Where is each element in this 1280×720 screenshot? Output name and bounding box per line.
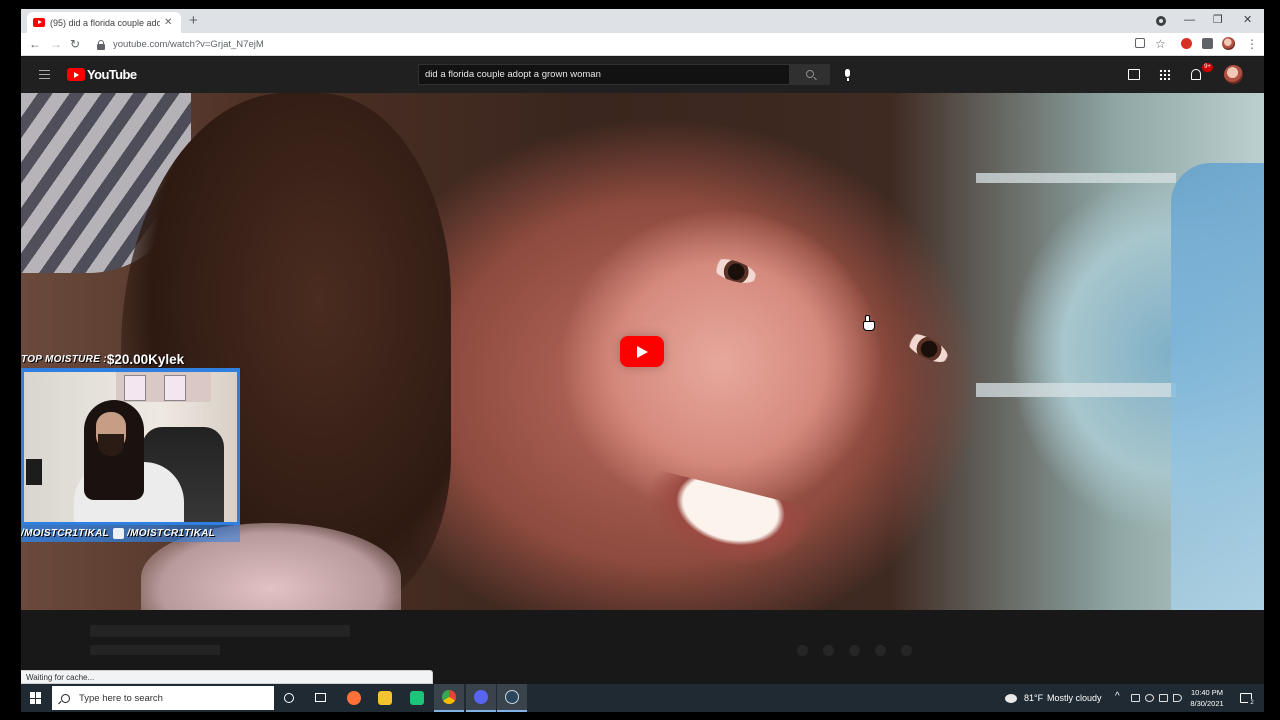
video-frame-eye bbox=[709, 254, 759, 288]
streamer-webcam-overlay: TOP MOISTURE : $20.00Kylek /MOISTCR1TIKA… bbox=[21, 351, 240, 542]
clock-time: 10:40 PM bbox=[1190, 688, 1224, 697]
webcam-speaker bbox=[26, 459, 42, 485]
browser-tab-strip: (95) did a florida couple adopt a ✕ + — … bbox=[21, 9, 1264, 33]
extension-red-icon[interactable] bbox=[1181, 38, 1192, 49]
weather-cloud-icon[interactable] bbox=[1005, 694, 1017, 703]
minimize-button[interactable]: — bbox=[1184, 12, 1195, 28]
title-skeleton bbox=[90, 625, 350, 637]
action-skeleton-dot bbox=[797, 645, 808, 656]
social-handle-twitter: /MOISTCR1TIKAL bbox=[21, 528, 110, 539]
browser-menu-icon[interactable]: ⋮ bbox=[1246, 35, 1258, 53]
taskbar-search-icon bbox=[61, 693, 70, 703]
taskbar-clock[interactable]: 10:40 PM 8/30/2021 bbox=[1187, 687, 1227, 709]
extensions-puzzle-icon[interactable] bbox=[1202, 38, 1213, 49]
green-app-icon[interactable] bbox=[407, 688, 427, 708]
create-video-icon[interactable] bbox=[1128, 69, 1140, 80]
bookmark-star-icon[interactable]: ☆ bbox=[1155, 35, 1166, 53]
video-frame-smile bbox=[634, 468, 818, 583]
browser-tab-youtube[interactable]: (95) did a florida couple adopt a ✕ bbox=[27, 12, 181, 33]
youtube-logo-text: YouTube bbox=[87, 67, 137, 82]
discord-icon[interactable] bbox=[466, 684, 496, 712]
donation-label: TOP MOISTURE : bbox=[21, 354, 107, 365]
youtube-play-logo-icon bbox=[67, 68, 85, 81]
action-skeleton-dot bbox=[823, 645, 834, 656]
weather-description[interactable]: Mostly cloudy bbox=[1047, 693, 1102, 703]
chrome-icon[interactable] bbox=[434, 684, 464, 712]
video-frame-rail bbox=[976, 173, 1176, 183]
tray-overflow-chevron-icon[interactable]: ^ bbox=[1115, 691, 1120, 702]
donation-amount: $20.00Kylek bbox=[106, 352, 185, 367]
profile-avatar-icon[interactable] bbox=[1222, 37, 1235, 50]
mouse-cursor-hand-icon bbox=[863, 315, 875, 331]
youtube-search-input[interactable]: did a florida couple adopt a grown woman bbox=[418, 64, 790, 85]
taskbar-search-box[interactable]: Type here to search bbox=[52, 686, 274, 710]
notifications-bell-icon[interactable] bbox=[1191, 69, 1201, 80]
social-handles-bar: /MOISTCR1TIKAL /MOISTCR1TIKAL bbox=[21, 525, 240, 542]
tab-close-icon[interactable]: ✕ bbox=[164, 17, 172, 28]
social-handle-twitch: /MOISTCR1TIKAL bbox=[127, 528, 216, 539]
youtube-masthead: YouTube did a florida couple adopt a gro… bbox=[21, 57, 1264, 93]
webcam-person-beard bbox=[98, 434, 124, 456]
notification-badge: 9+ bbox=[1202, 63, 1213, 72]
forward-button[interactable]: → bbox=[50, 35, 62, 53]
twitch-icon bbox=[113, 528, 125, 539]
recording-indicator-icon[interactable] bbox=[1156, 16, 1166, 26]
windows-start-icon[interactable] bbox=[30, 692, 42, 704]
video-player[interactable]: TOP MOISTURE : $20.00Kylek /MOISTCR1TIKA… bbox=[21, 93, 1264, 610]
action-center-count: 2 bbox=[1248, 699, 1256, 707]
video-frame-rail bbox=[976, 383, 1176, 397]
video-frame-eye bbox=[901, 328, 953, 368]
task-view-icon[interactable] bbox=[315, 693, 326, 702]
search-query-text[interactable]: did a florida couple adopt a grown woman bbox=[425, 69, 601, 80]
youtube-account-avatar[interactable] bbox=[1224, 65, 1243, 84]
action-skeleton-dot bbox=[901, 645, 912, 656]
tray-app-icon[interactable] bbox=[1145, 694, 1154, 702]
play-button[interactable] bbox=[620, 336, 664, 367]
webcam-poster bbox=[164, 375, 186, 401]
search-icon bbox=[806, 70, 814, 78]
windows-taskbar: Type here to search 81°F Mostly cloudy ^… bbox=[21, 684, 1264, 712]
video-frame-blue-object bbox=[1171, 163, 1264, 610]
webcam-poster bbox=[124, 375, 146, 401]
address-bar[interactable]: youtube.com/watch?v=Grjat_N7ejM bbox=[91, 35, 1131, 54]
youtube-search-button[interactable] bbox=[790, 64, 830, 85]
screen: (95) did a florida couple adopt a ✕ + — … bbox=[0, 0, 1280, 720]
clock-date: 8/30/2021 bbox=[1190, 699, 1224, 708]
taskbar-search-placeholder[interactable]: Type here to search bbox=[79, 693, 163, 704]
volume-icon[interactable] bbox=[1173, 694, 1182, 702]
reload-button[interactable]: ↻ bbox=[70, 35, 80, 53]
browser-toolbar: ← → ↻ youtube.com/watch?v=Grjat_N7ejM ☆ … bbox=[21, 33, 1264, 56]
youtube-favicon-icon bbox=[33, 18, 45, 27]
lock-icon[interactable] bbox=[97, 39, 105, 50]
webcam-feed bbox=[21, 368, 240, 525]
youtube-apps-grid-icon[interactable] bbox=[1159, 69, 1171, 80]
tray-app-icon[interactable] bbox=[1131, 694, 1140, 702]
close-window-button[interactable]: ✕ bbox=[1243, 12, 1252, 28]
browser-status-bubble: Waiting for cache... bbox=[21, 670, 433, 684]
youtube-logo[interactable]: YouTube bbox=[67, 67, 137, 82]
hamburger-menu-icon[interactable] bbox=[39, 70, 50, 79]
desktop: (95) did a florida couple adopt a ✕ + — … bbox=[21, 9, 1264, 712]
cortana-icon[interactable] bbox=[284, 693, 294, 703]
weather-temperature[interactable]: 81°F bbox=[1024, 693, 1043, 703]
meta-skeleton bbox=[90, 645, 220, 655]
maximize-button[interactable]: ❐ bbox=[1213, 12, 1223, 28]
action-skeleton-dot bbox=[875, 645, 886, 656]
video-info-placeholder bbox=[21, 610, 1264, 670]
url-text[interactable]: youtube.com/watch?v=Grjat_N7ejM bbox=[113, 39, 264, 50]
install-app-icon[interactable] bbox=[1135, 38, 1145, 48]
back-button[interactable]: ← bbox=[29, 35, 41, 53]
file-explorer-icon[interactable] bbox=[375, 688, 395, 708]
network-icon[interactable] bbox=[1159, 694, 1168, 702]
tab-title: (95) did a florida couple adopt a bbox=[50, 17, 160, 28]
voice-search-mic-icon[interactable] bbox=[845, 69, 850, 81]
steam-icon[interactable] bbox=[497, 684, 527, 712]
firefox-icon[interactable] bbox=[344, 688, 364, 708]
top-donation-bar: TOP MOISTURE : $20.00Kylek bbox=[21, 351, 240, 368]
action-skeleton-dot bbox=[849, 645, 860, 656]
new-tab-button[interactable]: + bbox=[189, 13, 198, 29]
